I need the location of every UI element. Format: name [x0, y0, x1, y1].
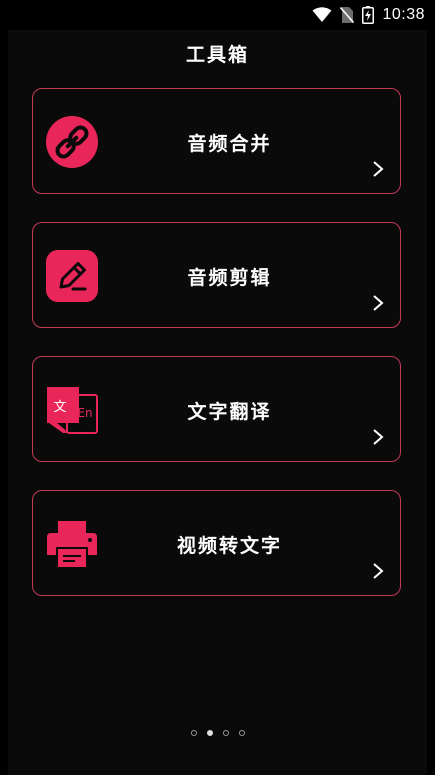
- tool-label: 文字翻译: [187, 401, 272, 423]
- printer-icon: [47, 521, 97, 567]
- chevron-right-icon: [373, 295, 384, 311]
- tool-card-video-to-text[interactable]: 视频转文字: [32, 490, 401, 596]
- translate-icon-target-text: En: [77, 406, 92, 420]
- tool-label: 音频剪辑: [187, 267, 272, 289]
- battery-charging-icon: [362, 6, 375, 24]
- tool-card-audio-clip[interactable]: 音频剪辑: [32, 222, 401, 328]
- status-icons: 10:38: [312, 5, 425, 25]
- page-dot[interactable]: [238, 730, 245, 736]
- toolbox-page: 工具箱 音频合并 音频剪辑 文 En 文字翻译 视频转文字: [8, 30, 427, 775]
- tool-label: 视频转文字: [176, 535, 282, 557]
- tool-label: 音频合并: [187, 133, 272, 155]
- link-icon: [46, 116, 98, 168]
- chevron-right-icon: [373, 563, 384, 579]
- tool-card-text-translate[interactable]: 文 En 文字翻译: [32, 356, 401, 462]
- page-dot[interactable]: [206, 730, 213, 736]
- chevron-right-icon: [373, 161, 384, 177]
- page-indicator: [8, 730, 427, 736]
- wifi-icon: [312, 7, 332, 22]
- translate-icon: 文 En: [47, 387, 98, 434]
- edit-pencil-icon: [46, 250, 98, 302]
- page-dot[interactable]: [190, 730, 197, 736]
- app-screen: 10:38 工具箱 音频合并 音频剪辑 文 En 文字翻译 视频转文字: [0, 0, 435, 775]
- status-bar: 10:38: [0, 0, 435, 30]
- chevron-right-icon: [373, 429, 384, 445]
- no-sim-icon: [340, 6, 355, 24]
- page-title: 工具箱: [185, 44, 249, 66]
- page-dot[interactable]: [222, 730, 229, 736]
- translate-icon-source-text: 文: [53, 400, 66, 415]
- status-time: 10:38: [382, 6, 425, 23]
- tool-card-audio-merge[interactable]: 音频合并: [32, 88, 401, 194]
